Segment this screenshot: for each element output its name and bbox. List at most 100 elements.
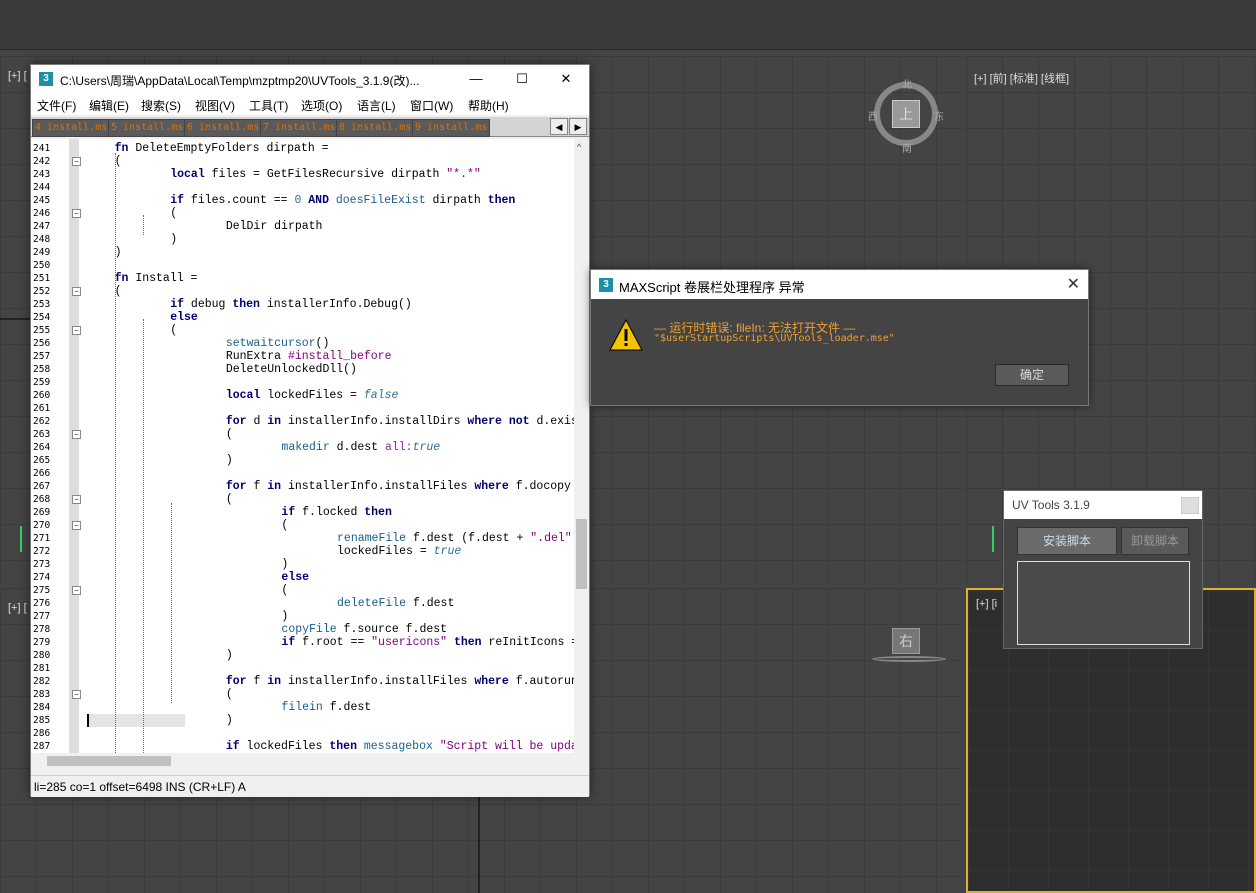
code-token: for: [225, 480, 247, 493]
code-line: fn DeleteEmptyFolders dirpath =: [87, 142, 329, 155]
dialog-title-bar[interactable]: 3 MAXScript 卷展栏处理程序 异常 ✕: [591, 270, 1088, 299]
code-token: (: [170, 207, 178, 220]
menu-help[interactable]: 帮助(H): [468, 97, 509, 114]
line-number: 266: [33, 468, 51, 479]
scroll-up-icon[interactable]: ^: [577, 142, 581, 152]
viewcube[interactable]: 右: [872, 628, 948, 668]
line-number: 273: [33, 559, 51, 570]
uninstall-script-button[interactable]: 卸载脚本: [1121, 527, 1189, 555]
maximize-button[interactable]: ☐: [499, 65, 545, 93]
editor-title-bar[interactable]: 3 C:\Users\周瑞\AppData\Local\Temp\mzptmp2…: [31, 65, 589, 93]
code-token: ): [281, 558, 289, 571]
menu-options[interactable]: 选项(O): [301, 97, 342, 114]
fold-toggle-icon[interactable]: −: [72, 521, 81, 530]
viewcube-face[interactable]: 上: [892, 100, 920, 128]
fold-toggle-icon[interactable]: −: [72, 287, 81, 296]
scrollbar-thumb[interactable]: [47, 756, 171, 766]
uvtools-panel[interactable]: UV Tools 3.1.9 安装脚本 卸载脚本: [1003, 490, 1203, 649]
code-token: (: [281, 584, 289, 597]
code-token: if: [170, 298, 185, 311]
viewport-label[interactable]: [+] [: [8, 70, 27, 82]
tab-scroll-left-icon[interactable]: ◀: [550, 118, 568, 135]
fold-toggle-icon[interactable]: −: [72, 209, 81, 218]
code-token: reInitIcons =: [488, 636, 574, 649]
menu-view[interactable]: 视图(V): [195, 97, 235, 114]
code-line: DelDir dirpath: [143, 220, 323, 233]
tab-install-4[interactable]: 4 install.ms: [32, 119, 111, 137]
code-token: fn: [114, 142, 129, 155]
close-icon[interactable]: ✕: [1067, 274, 1080, 294]
scrollbar-thumb[interactable]: [576, 519, 587, 589]
code-token: f.source f.dest: [336, 623, 448, 636]
line-number: 276: [33, 598, 51, 609]
menu-tools[interactable]: 工具(T): [249, 97, 288, 114]
script-editor-window[interactable]: 3 C:\Users\周瑞\AppData\Local\Temp\mzptmp2…: [30, 64, 590, 797]
file-tabs: 4 install.ms 5 install.ms 6 install.ms 7…: [31, 117, 589, 137]
viewcube[interactable]: 上 北 南 东 西: [868, 80, 944, 155]
code-token: (: [225, 428, 233, 441]
viewport-label[interactable]: [+] [i: [976, 598, 997, 610]
fold-toggle-icon[interactable]: −: [72, 690, 81, 699]
code-token: d.exist: [536, 415, 574, 428]
line-number: 284: [33, 702, 51, 713]
error-dialog[interactable]: 3 MAXScript 卷展栏处理程序 异常 ✕ — 运行时错误: fileIn…: [590, 269, 1089, 406]
fold-toggle-icon[interactable]: −: [72, 326, 81, 335]
menu-search[interactable]: 搜索(S): [141, 97, 181, 114]
horizontal-scrollbar[interactable]: [31, 753, 574, 768]
axis-gizmo-icon: [992, 526, 994, 552]
tab-install-9[interactable]: 9 install.ms: [412, 119, 491, 137]
fold-toggle-icon[interactable]: −: [72, 495, 81, 504]
fold-toggle-icon[interactable]: −: [72, 586, 81, 595]
tab-install-6[interactable]: 6 install.ms: [184, 119, 263, 137]
close-button[interactable]: [1181, 497, 1199, 514]
code-token: files.count ==: [184, 194, 295, 207]
code-line: (: [115, 324, 177, 337]
tab-install-5[interactable]: 5 install.ms: [108, 119, 187, 137]
window-title: C:\Users\周瑞\AppData\Local\Temp\mzptmp20\…: [60, 74, 420, 88]
menu-window[interactable]: 窗口(W): [410, 97, 453, 114]
code-token: not: [501, 415, 530, 428]
line-number: 264: [33, 442, 51, 453]
compass-south: 南: [902, 144, 912, 155]
line-number: 269: [33, 507, 51, 518]
line-number: 275: [33, 585, 51, 596]
code-line: ): [171, 558, 288, 571]
tab-install-8[interactable]: 8 install.ms: [336, 119, 415, 137]
menu-file[interactable]: 文件(F): [37, 97, 76, 114]
menu-edit[interactable]: 编辑(E): [89, 97, 129, 114]
ok-button[interactable]: 确定: [995, 364, 1069, 386]
viewport-label[interactable]: [+] [: [8, 602, 27, 614]
viewcube-face[interactable]: 右: [892, 628, 920, 654]
code-line: if debug then installerInfo.Debug(): [115, 298, 412, 311]
script-list[interactable]: [1017, 561, 1190, 645]
fold-toggle-icon[interactable]: −: [72, 430, 81, 439]
code-area[interactable]: 241 242 243 244 245 246 247 248 249 250 251 252 253 2…: [31, 139, 574, 753]
status-bar: li=285 co=1 offset=6498 INS (CR+LF) A: [31, 775, 589, 797]
panel-title-bar[interactable]: UV Tools 3.1.9: [1004, 491, 1202, 519]
code-token: if: [281, 506, 296, 519]
tab-scroll-right-icon[interactable]: ▶: [569, 118, 587, 135]
fold-toggle-icon[interactable]: −: [72, 157, 81, 166]
viewport-label[interactable]: [+] [前] [标准] [线框]: [974, 70, 1069, 86]
line-number: 281: [33, 663, 51, 674]
code-line: ): [87, 246, 122, 259]
code-line: ): [143, 714, 233, 727]
line-number: 270: [33, 520, 51, 531]
code-token: "Script will be updated a: [439, 740, 574, 753]
code-line: deleteFile f.dest: [199, 597, 454, 610]
tab-install-7[interactable]: 7 install.ms: [260, 119, 339, 137]
vertical-scrollbar[interactable]: ^: [574, 139, 589, 753]
line-number: 251: [33, 273, 51, 284]
install-script-button[interactable]: 安装脚本: [1017, 527, 1117, 555]
close-button[interactable]: ✕: [543, 65, 589, 93]
menu-language[interactable]: 语言(L): [357, 97, 396, 114]
minimize-button[interactable]: —: [453, 65, 499, 93]
code-line: ): [143, 649, 233, 662]
